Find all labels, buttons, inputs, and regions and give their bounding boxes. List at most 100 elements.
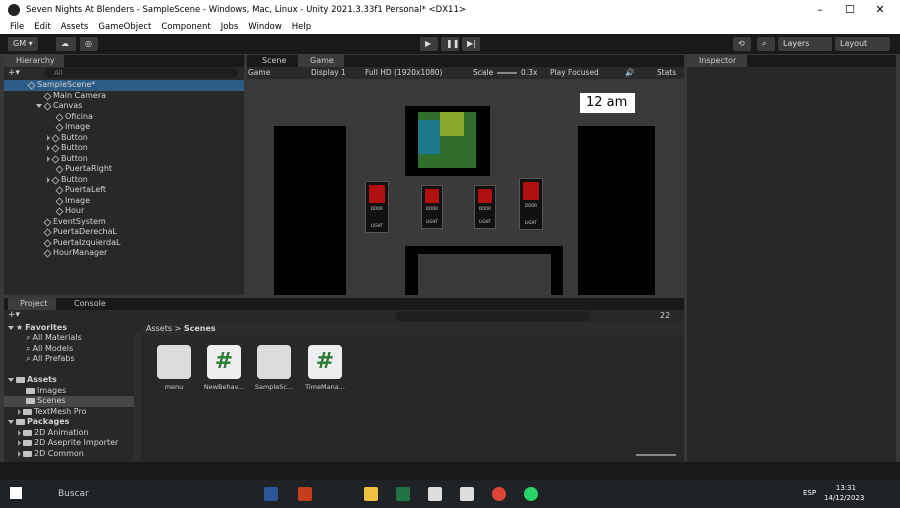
list-item[interactable]: PuertaIzquierdaL xyxy=(43,238,120,249)
list-item[interactable]: Image xyxy=(55,122,90,133)
list-item[interactable]: 2D Common xyxy=(18,449,84,460)
asset-tile[interactable]: SampleSc... xyxy=(249,345,299,391)
list-item[interactable]: PuertaDerechaL xyxy=(43,227,117,238)
menu-bar: File Edit Assets GameObject Component Jo… xyxy=(0,20,900,34)
window-title: Seven Nights At Blenders - SampleScene -… xyxy=(26,5,466,15)
unity-hub-icon[interactable] xyxy=(428,487,442,501)
clock-date[interactable]: 14/12/2023 xyxy=(824,494,864,502)
menu-help[interactable]: Help xyxy=(292,20,311,34)
project-search-input[interactable] xyxy=(395,311,590,321)
minimize-button[interactable]: – xyxy=(806,2,834,18)
list-item[interactable]: 2D Aseprite Importer xyxy=(18,438,118,449)
script-icon: # xyxy=(308,345,342,379)
file-explorer-icon[interactable] xyxy=(364,487,378,501)
icon-size-slider[interactable] xyxy=(636,454,676,456)
powerpoint-icon[interactable] xyxy=(298,487,312,501)
menu-gameobject[interactable]: GameObject xyxy=(98,20,151,34)
list-item[interactable]: PuertaLeft xyxy=(55,185,106,196)
asset-tile[interactable]: # NewBehav... xyxy=(199,345,249,391)
list-item[interactable]: HourManager xyxy=(43,248,107,259)
menu-window[interactable]: Window xyxy=(248,20,282,34)
list-item[interactable]: Hour xyxy=(55,206,84,217)
list-item[interactable]: Button xyxy=(47,154,88,165)
list-item[interactable]: 2D Animation xyxy=(18,428,89,439)
tab-inspector[interactable]: Inspector xyxy=(687,55,747,67)
layout-dropdown[interactable]: Layout xyxy=(835,37,890,51)
hierarchy-search-input[interactable]: All xyxy=(44,68,238,78)
list-item[interactable]: PuertaRight xyxy=(55,164,112,175)
list-item[interactable]: Oficina xyxy=(55,112,93,123)
list-item[interactable]: Button xyxy=(47,175,88,186)
main-toolbar: GM ▾ ☁ ◎ ▶ ❚❚ ▶| ⟲ ⌕ Layers Layout xyxy=(0,34,900,54)
search-icon[interactable]: ⌕ xyxy=(757,37,775,51)
tab-project[interactable]: Project xyxy=(8,298,56,310)
door-light-switch-4[interactable]: DOOR LIGHT xyxy=(519,178,543,230)
asset-tile[interactable]: # TimeMana... xyxy=(300,345,350,391)
display-dropdown[interactable]: Display 1 xyxy=(311,67,346,79)
list-item[interactable]: ⌕ All Models xyxy=(26,344,73,355)
breadcrumb-scenes[interactable]: Scenes xyxy=(184,324,216,333)
history-icon[interactable]: ⟲ xyxy=(733,37,751,51)
account-dropdown[interactable]: GM ▾ xyxy=(8,37,38,51)
chrome-icon[interactable] xyxy=(492,487,506,501)
project-tree-scrollbar[interactable] xyxy=(134,333,141,460)
tab-game[interactable]: Game xyxy=(298,55,344,67)
game-mode-dropdown[interactable]: Game xyxy=(248,67,270,79)
tab-hierarchy[interactable]: Hierarchy xyxy=(4,55,64,67)
menu-edit[interactable]: Edit xyxy=(34,20,50,34)
door-light-switch-1[interactable]: DOOR LIGHT xyxy=(365,181,389,233)
list-item[interactable]: Main Camera xyxy=(43,91,106,102)
unity-editor-icon[interactable] xyxy=(460,487,474,501)
mute-icon[interactable]: 🔊 xyxy=(625,67,634,79)
windows-start-icon[interactable] xyxy=(10,487,22,499)
tab-scene[interactable]: Scene xyxy=(250,55,294,67)
list-item[interactable]: Images xyxy=(26,386,66,397)
hierarchy-panel xyxy=(4,55,244,295)
pause-button[interactable]: ❚❚ xyxy=(441,37,459,51)
right-door xyxy=(578,126,655,295)
list-item[interactable]: EventSystem xyxy=(43,217,106,228)
menu-file[interactable]: File xyxy=(10,20,24,34)
office-picture-blue xyxy=(418,120,440,154)
stats-button[interactable]: Stats xyxy=(657,67,676,79)
clock-time[interactable]: 13:31 xyxy=(830,484,862,492)
list-item[interactable]: Image xyxy=(55,196,90,207)
word-icon[interactable] xyxy=(264,487,278,501)
menu-jobs[interactable]: Jobs xyxy=(221,20,239,34)
list-item[interactable]: TextMesh Pro xyxy=(18,407,86,418)
taskbar-search[interactable]: Buscar xyxy=(34,484,224,504)
whatsapp-icon[interactable] xyxy=(524,487,538,501)
breadcrumb-assets[interactable]: Assets xyxy=(146,324,172,333)
favorites-header[interactable]: ★ Favorites xyxy=(8,323,67,334)
step-button[interactable]: ▶| xyxy=(462,37,480,51)
assets-header[interactable]: Assets xyxy=(8,375,57,386)
list-item[interactable]: Button xyxy=(47,143,88,154)
list-item[interactable]: Button xyxy=(47,133,88,144)
scene-row[interactable]: SampleScene* xyxy=(4,80,244,91)
excel-icon[interactable] xyxy=(396,487,410,501)
collab-icon[interactable]: ◎ xyxy=(80,37,98,51)
door-light-switch-2[interactable]: DOOR LIGHT xyxy=(421,185,443,229)
add-icon[interactable]: +▾ xyxy=(8,68,20,78)
language-indicator[interactable]: ESP xyxy=(803,489,816,497)
layers-dropdown[interactable]: Layers xyxy=(778,37,832,51)
add-asset-icon[interactable]: +▾ xyxy=(8,310,20,320)
door-light-switch-3[interactable]: DOOR LIGHT xyxy=(474,185,496,229)
menu-assets[interactable]: Assets xyxy=(61,20,89,34)
list-item[interactable]: ⌕ All Materials xyxy=(26,333,82,344)
inspector-panel xyxy=(687,55,896,462)
list-item[interactable]: Canvas xyxy=(36,101,82,112)
asset-tile[interactable]: menu xyxy=(149,345,199,391)
resolution-dropdown[interactable]: Full HD (1920x1080) xyxy=(365,67,442,79)
play-button[interactable]: ▶ xyxy=(420,37,438,51)
scale-slider[interactable] xyxy=(497,72,517,74)
close-button[interactable]: ✕ xyxy=(866,2,894,18)
list-item[interactable]: Scenes xyxy=(4,396,134,407)
list-item[interactable]: ⌕ All Prefabs xyxy=(26,354,75,365)
cloud-icon[interactable]: ☁ xyxy=(56,37,76,51)
maximize-button[interactable]: ☐ xyxy=(836,2,864,18)
tab-console[interactable]: Console xyxy=(62,298,112,310)
play-focused-dropdown[interactable]: Play Focused xyxy=(550,67,599,79)
menu-component[interactable]: Component xyxy=(161,20,210,34)
packages-header[interactable]: Packages xyxy=(8,417,69,428)
